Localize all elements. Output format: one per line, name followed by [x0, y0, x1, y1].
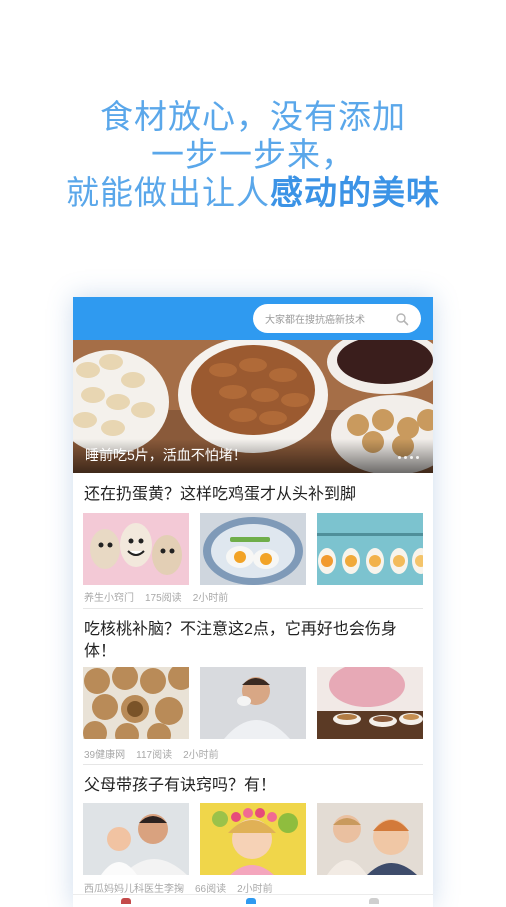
divider — [83, 764, 423, 765]
promo-line-3-highlight: 感动的美味 — [270, 174, 440, 211]
banner-title[interactable]: 睡前吃5片，活血不怕堵！ — [85, 445, 247, 465]
article-meta: 西瓜妈妈儿科医生李掬 66阅读 2小时前 — [84, 880, 284, 895]
tab-profile[interactable] — [369, 898, 379, 904]
promo-text: 食材放心，没有添加 一步一步来， 就能做出让人感动的美味 — [0, 98, 506, 212]
article-thumbnail[interactable] — [200, 513, 306, 585]
top-bar: 大家都在搜抗癌新技术 — [73, 297, 433, 340]
article-source: 39健康网 — [84, 750, 126, 761]
promo-line-1: 食材放心，没有添加 — [100, 98, 406, 135]
tab-home[interactable] — [121, 898, 131, 904]
article-thumbnail[interactable] — [83, 513, 189, 585]
tab-discover[interactable] — [246, 898, 256, 904]
article-title[interactable]: 吃核桃补脑？不注意这2点，它再好也会伤身体！ — [84, 619, 422, 663]
article-reads: 175阅读 — [145, 593, 182, 604]
article-thumbnail[interactable] — [200, 667, 306, 739]
article-time: 2小时前 — [192, 593, 229, 604]
article-time: 2小时前 — [183, 750, 219, 761]
article-meta: 39健康网 117阅读 2小时前 — [84, 746, 230, 761]
search-input[interactable]: 大家都在搜抗癌新技术 — [253, 304, 421, 333]
carousel-indicator — [398, 456, 419, 459]
article-thumbnail[interactable] — [317, 513, 423, 585]
promo-line-2: 一步一步来， — [151, 136, 355, 173]
article-thumbnail[interactable] — [83, 803, 189, 875]
article-thumbnail[interactable] — [317, 803, 423, 875]
phone-screen: 大家都在搜抗癌新技术 睡前吃5片，活血不怕堵！ 还在扔蛋黄？这样吃鸡蛋才从头补到… — [73, 297, 433, 907]
search-icon[interactable] — [395, 312, 409, 326]
article-title[interactable]: 父母带孩子有诀窍吗？有！ — [84, 775, 422, 797]
promo-line-3-prefix: 就能做出让人 — [66, 174, 270, 211]
article-thumbnails — [83, 803, 423, 875]
banner-carousel[interactable]: 睡前吃5片，活血不怕堵！ — [73, 340, 433, 473]
article-thumbnails — [83, 667, 423, 739]
bottom-tab-bar — [73, 894, 433, 907]
article-meta: 养生小窍门 175阅读 2小时前 — [84, 589, 239, 604]
article-title[interactable]: 还在扔蛋黄？这样吃鸡蛋才从头补到脚 — [84, 484, 422, 506]
search-placeholder: 大家都在搜抗癌新技术 — [265, 315, 365, 326]
promo-line-3: 就能做出让人感动的美味 — [0, 174, 506, 212]
article-thumbnail[interactable] — [317, 667, 423, 739]
article-reads: 117阅读 — [136, 750, 173, 761]
article-thumbnails — [83, 513, 423, 585]
banner-caption: 睡前吃5片，活血不怕堵！ — [73, 439, 433, 473]
divider — [83, 608, 423, 609]
article-thumbnail[interactable] — [200, 803, 306, 875]
article-source: 养生小窍门 — [84, 593, 134, 604]
article-thumbnail[interactable] — [83, 667, 189, 739]
